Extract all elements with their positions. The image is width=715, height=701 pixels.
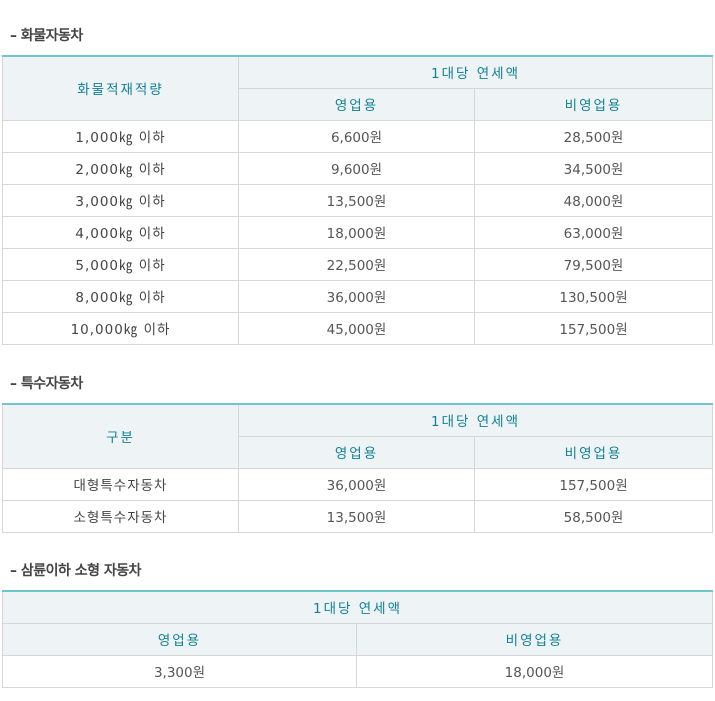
col-header-commercial: 영업용: [238, 87, 475, 121]
three-wheel-tax-table: 1대당 연세액 영업용 비영업용 3,300원 18,000원: [1, 590, 714, 688]
col-header-noncommercial: 비영업용: [473, 435, 714, 469]
table-row: 10,000㎏ 이하 45,000원 157,500원: [2, 311, 714, 345]
table-row: 3,000㎏ 이하 13,500원 48,000원: [2, 183, 714, 217]
row-label: 8,000㎏ 이하: [2, 279, 239, 313]
col-header-noncommercial: 비영업용: [355, 622, 714, 656]
special-tax-table: 구분 1대당 연세액 영업용 비영업용 대형특수자동차 36,000원 157,…: [2, 403, 714, 533]
row-label: 3,000㎏ 이하: [2, 183, 239, 217]
commercial-value: 36,000원: [238, 279, 475, 313]
row-label: 대형특수자동차: [2, 467, 239, 501]
noncommercial-value: 48,000원: [473, 183, 714, 217]
col-header-capacity: 화물적재적량: [2, 55, 239, 121]
col-header-noncommercial: 비영업용: [473, 87, 714, 121]
noncommercial-value: 157,500원: [473, 467, 714, 501]
col-header-commercial: 영업용: [238, 435, 475, 469]
commercial-value: 22,500원: [238, 247, 475, 281]
table-row: 2,000㎏ 이하 9,600원 34,500원: [2, 151, 714, 185]
row-label: 5,000㎏ 이하: [2, 247, 239, 281]
row-label: 4,000㎏ 이하: [2, 215, 239, 249]
group-header-annual-tax: 1대당 연세액: [237, 403, 714, 437]
table-row: 1,000㎏ 이하 6,600원 28,500원: [2, 119, 714, 153]
commercial-value: 13,500원: [238, 499, 475, 533]
table-row: 5,000㎏ 이하 22,500원 79,500원: [2, 247, 714, 281]
noncommercial-value: 18,000원: [355, 654, 714, 688]
noncommercial-value: 79,500원: [473, 247, 714, 281]
cargo-tax-table: 화물적재적량 1대당 연세액 영업용 비영업용 1,000㎏ 이하 6,600원…: [2, 55, 714, 345]
table-row: 4,000㎏ 이하 18,000원 63,000원: [2, 215, 714, 249]
table-row: 3,300원 18,000원: [2, 654, 714, 688]
row-label: 소형특수자동차: [2, 499, 239, 533]
section-title-three-wheel: – 삼륜이하 소형 자동차: [10, 563, 142, 579]
noncommercial-value: 34,500원: [473, 151, 714, 185]
noncommercial-value: 28,500원: [473, 119, 714, 153]
row-label: 1,000㎏ 이하: [2, 119, 239, 153]
table-header-row: 화물적재적량 1대당 연세액: [2, 55, 714, 121]
group-header-annual-tax: 1대당 연세액: [237, 55, 714, 89]
table-row: 소형특수자동차 13,500원 58,500원: [2, 499, 714, 533]
group-header-annual-tax: 1대당 연세액: [1, 590, 714, 624]
commercial-value: 13,500원: [238, 183, 475, 217]
table-row: 8,000㎏ 이하 36,000원 130,500원: [2, 279, 714, 313]
col-header-commercial: 영업용: [2, 622, 357, 656]
commercial-value: 6,600원: [238, 119, 475, 153]
commercial-value: 36,000원: [238, 467, 475, 501]
table-header-row: 1대당 연세액: [1, 590, 714, 624]
noncommercial-value: 58,500원: [473, 499, 714, 533]
commercial-value: 3,300원: [2, 654, 357, 688]
table-subheader-row: 영업용 비영업용: [2, 622, 714, 656]
noncommercial-value: 157,500원: [473, 311, 714, 345]
commercial-value: 9,600원: [238, 151, 475, 185]
col-header-category: 구분: [2, 403, 239, 469]
table-header-row: 구분 1대당 연세액: [2, 403, 714, 469]
table-row: 대형특수자동차 36,000원 157,500원: [2, 467, 714, 501]
section-title-special: – 특수자동차: [10, 376, 83, 392]
commercial-value: 45,000원: [238, 311, 475, 345]
noncommercial-value: 130,500원: [473, 279, 714, 313]
section-title-cargo: – 화물자동차: [10, 28, 83, 44]
row-label: 10,000㎏ 이하: [2, 311, 239, 345]
commercial-value: 18,000원: [238, 215, 475, 249]
noncommercial-value: 63,000원: [473, 215, 714, 249]
row-label: 2,000㎏ 이하: [2, 151, 239, 185]
